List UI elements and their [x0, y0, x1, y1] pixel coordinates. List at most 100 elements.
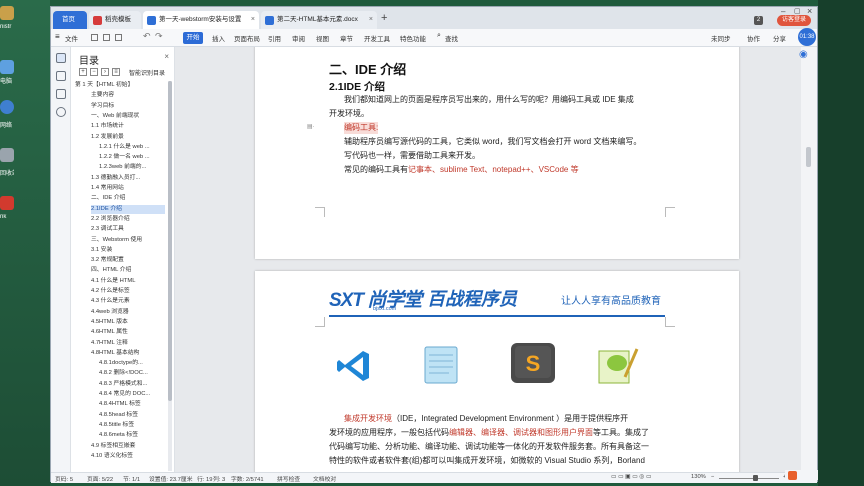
undo-icon[interactable]: ↶ [143, 31, 151, 42]
tab-doc-1[interactable]: 第一天-webstorm安装与设置 × [143, 11, 259, 29]
outline-item[interactable]: 4.8.3 严格模式和... [99, 380, 165, 389]
paragraph[interactable]: 发环境的应用程序，一般包括代码编辑器、编译器、调试器和图形用户界面等工具。集成了 [329, 427, 649, 439]
menu-chapter[interactable]: 章节 [340, 33, 353, 43]
outline-icon[interactable] [56, 53, 66, 63]
paragraph[interactable]: 集成开发环境（IDE，Integrated Development Enviro… [344, 413, 628, 425]
outline-item[interactable]: 4.3 什么是元素 [91, 297, 165, 306]
heading-3[interactable]: 2.1IDE 介绍 [329, 79, 385, 94]
computer-icon[interactable] [0, 60, 14, 74]
outline-item[interactable]: 1.2.1 什么是 web ... [99, 143, 165, 152]
login-button[interactable]: 访客登录 [777, 15, 811, 26]
menu-icon[interactable]: ≡ [55, 32, 60, 41]
paragraph[interactable]: 代码编写功能、分析功能、编译功能、调试功能等一体化的开发软件服务套。所有具备这一 [329, 441, 649, 453]
outline-item[interactable]: 4.6HTML 属性 [91, 328, 165, 337]
menu-special[interactable]: 特色功能 [400, 33, 426, 43]
outline-item[interactable]: 1.4 常用网站 [91, 184, 165, 193]
paragraph[interactable]: 常见的编码工具有记事本、sublime Text、notepad++、VSCod… [344, 164, 579, 176]
close-icon[interactable]: × [369, 11, 373, 29]
outline-item[interactable]: 4.2 什么是标签 [91, 287, 165, 296]
outline-item[interactable]: 1.3 德勤融入员打... [91, 174, 165, 183]
outline-item[interactable]: 4.5HTML 版本 [91, 318, 165, 327]
outline-item[interactable]: 4.9 标签相互嵌套 [91, 442, 165, 451]
outline-item[interactable]: 第 1 天【HTML 初始】 [75, 81, 165, 90]
find-icon[interactable] [56, 107, 66, 117]
outline-item[interactable]: 4.8.4HTML 标签 [99, 400, 165, 409]
new-tab-button[interactable]: + [381, 12, 387, 24]
collapse-icon[interactable]: − [90, 68, 98, 76]
minimize-button[interactable]: – [781, 7, 785, 16]
menu-review[interactable]: 审阅 [292, 33, 305, 43]
tab-template[interactable]: 稻壳模板 [89, 11, 141, 29]
redo-icon[interactable]: ↷ [155, 31, 163, 42]
zoom-out-button[interactable]: − [711, 474, 714, 480]
outline-item[interactable]: 4.8.2 删除<!DOC... [99, 369, 165, 378]
outline-item[interactable]: 4.1 什么是 HTML [91, 277, 165, 286]
network-icon[interactable] [0, 100, 14, 114]
sync-status[interactable]: 未同步 [711, 33, 731, 43]
paragraph[interactable]: 编码工具: [344, 122, 379, 134]
menu-insert[interactable]: 插入 [212, 33, 225, 43]
outline-item[interactable]: 1.2.3web 前端的... [99, 163, 165, 172]
paragraph[interactable]: 特性的软件或者软件套(组)都可以叫集成开发环境，如微软的 Visual Stud… [329, 455, 645, 467]
level-icon[interactable]: ≡ [112, 68, 120, 76]
zoom-slider-thumb[interactable] [753, 475, 758, 481]
app-shortcut-icon[interactable] [0, 196, 14, 210]
tab-doc-2[interactable]: 第二天-HTML基本元素.docx × [261, 11, 377, 29]
desktop-app-icon[interactable] [0, 6, 14, 20]
outline-item[interactable]: 4.10 语义化标签 [91, 452, 165, 461]
menu-reference[interactable]: 引用 [268, 33, 281, 43]
status-pages[interactable]: 页面: 5/22 [87, 474, 113, 483]
paragraph[interactable]: 我们都知道网上的页面是程序员写出来的，用什么写的呢？用编码工具或 IDE 集成 [344, 94, 634, 106]
view-mode-icons[interactable]: ▭ ▭ ▣ ▭ ◎ ▭ [611, 474, 652, 480]
doc-proofread[interactable]: 文档校对 [313, 474, 336, 483]
outline-item[interactable]: 4.8.1doctype的... [99, 359, 165, 368]
smart-toc-button[interactable]: 智能识别目录 [129, 68, 165, 77]
outline-item[interactable]: 4.4web 浏览器 [91, 308, 165, 317]
menu-search[interactable]: 查找 [445, 33, 458, 43]
paragraph[interactable]: 写代码也一样，需要借助工具来开发。 [344, 150, 480, 162]
outline-item[interactable]: 一、Web 前端现状 [91, 112, 165, 121]
outline-item[interactable]: 2.3 调试工具 [91, 225, 165, 234]
menu-page-layout[interactable]: 页面布局 [234, 33, 260, 43]
outline-item[interactable]: 2.1IDE 介绍 [91, 204, 165, 214]
save-icon[interactable] [91, 34, 98, 41]
paragraph[interactable]: 辅助程序员编写源代码的工具，它类似 word，我们写文档会打开 word 文档来… [344, 136, 641, 148]
menu-dev-tools[interactable]: 开发工具 [364, 33, 390, 43]
outline-item[interactable]: 4.8.5head 标签 [99, 411, 165, 420]
ime-icon[interactable] [788, 471, 797, 480]
clock-badge[interactable]: 01:38 [798, 28, 816, 46]
heading-2[interactable]: 二、IDE 介绍 [329, 59, 406, 78]
outline-item[interactable]: 4.8.5title 标签 [99, 421, 165, 430]
outline-item[interactable]: 1.2.2 做一名 web ... [99, 153, 165, 162]
outline-item[interactable]: 二、IDE 介绍 [91, 194, 165, 203]
search-icon[interactable]: ⌕ [437, 32, 441, 40]
outline-item[interactable]: 2.2 浏览器介绍 [91, 215, 165, 224]
share-button[interactable]: 分享 [773, 33, 786, 43]
zoom-level[interactable]: 130% [691, 474, 706, 480]
outline-item[interactable]: 三、Webstorm 使用 [91, 236, 165, 245]
outline-item[interactable]: 3.1 安装 [91, 246, 165, 255]
recycle-bin-icon[interactable] [0, 148, 14, 162]
export-icon[interactable] [115, 34, 122, 41]
menu-file[interactable]: 文件 [65, 33, 78, 43]
paragraph-marker-icon[interactable]: ▤· [307, 123, 315, 130]
outline-item[interactable]: 学习目标 [91, 102, 165, 111]
document-scrollbar[interactable] [801, 47, 817, 472]
bookmark-icon[interactable] [56, 89, 66, 99]
outline-item[interactable]: 3.2 常规配置 [91, 256, 165, 265]
outline-item[interactable]: 1.2 发展前景 [91, 133, 165, 142]
close-icon[interactable]: × [251, 11, 255, 29]
outline-item[interactable]: 4.8.4 常见的 DOC... [99, 390, 165, 399]
close-window-button[interactable]: × [807, 6, 812, 16]
status-words[interactable]: 字数: 2/5741 [231, 474, 264, 483]
print-icon[interactable] [103, 34, 110, 41]
outline-item[interactable]: 4.8.6meta 标签 [99, 431, 165, 440]
paragraph[interactable]: 开发环境。 [329, 108, 369, 120]
close-icon[interactable]: × [164, 52, 169, 61]
expand-icon[interactable]: + [79, 68, 87, 76]
zoom-slider[interactable] [719, 478, 779, 479]
side-pin-icon[interactable]: ◉ [799, 49, 811, 61]
outline-scrollbar[interactable] [168, 81, 172, 471]
indent-icon[interactable]: › [101, 68, 109, 76]
outline-item[interactable]: 4.8HTML 基本结构 [91, 349, 165, 358]
